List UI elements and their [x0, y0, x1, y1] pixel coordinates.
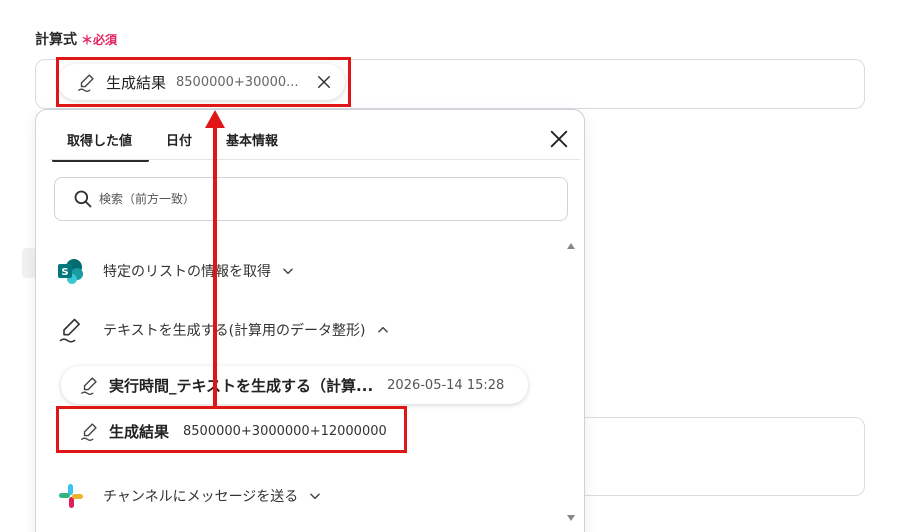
annotation-arrow-head: [205, 110, 225, 128]
tab-basic-info[interactable]: 基本情報: [209, 130, 295, 160]
formula-label-text: 計算式: [35, 32, 77, 48]
chevron-down-icon: [310, 493, 321, 500]
formula-field-label: 計算式 ＊必須: [35, 29, 117, 49]
scroll-down-arrow[interactable]: [567, 515, 575, 521]
search-input[interactable]: [99, 192, 499, 206]
pen-icon: [81, 377, 97, 395]
tab-date[interactable]: 日付: [149, 130, 209, 160]
scroll-up-arrow[interactable]: [567, 243, 575, 249]
required-mark: ＊: [81, 33, 94, 47]
selected-value-chip[interactable]: 生成結果 8500000+30000...: [58, 64, 345, 100]
sharepoint-icon: S: [58, 259, 83, 284]
slack-icon: [59, 484, 83, 508]
selected-chip-value: 8500000+30000...: [176, 74, 299, 90]
dropdown-tabs: 取得した値 日付 基本情報: [50, 130, 295, 162]
background-panel-edge: [22, 248, 36, 278]
group-label: 特定のリストの情報を取得: [103, 264, 271, 280]
search-icon: [74, 190, 92, 208]
chevron-up-icon: [377, 326, 388, 333]
value-item-execution-time[interactable]: 実行時間_テキストを生成する（計算... 2026-05-14 15:28: [61, 366, 528, 404]
group-label: テキストを生成する(計算用のデータ整形): [103, 323, 366, 339]
lower-input-field[interactable]: [560, 417, 865, 496]
required-text: 必須: [93, 33, 118, 47]
close-icon[interactable]: [548, 128, 570, 150]
annotation-arrow-line: [213, 118, 217, 408]
group-slack-message[interactable]: チャンネルにメッセージを送る: [57, 482, 322, 510]
pen-icon: [81, 423, 97, 441]
search-box[interactable]: [54, 177, 568, 221]
value-item-generated-result[interactable]: 生成結果 8500000+3000000+12000000: [61, 412, 401, 450]
item-title: 生成結果: [109, 422, 170, 441]
pen-icon: [78, 74, 94, 92]
chevron-down-icon: [283, 268, 293, 275]
group-sharepoint-list[interactable]: S 特定のリストの情報を取得: [57, 257, 295, 285]
item-title: 実行時間_テキストを生成する（計算...: [109, 376, 374, 395]
pen-icon: [59, 318, 80, 343]
required-badge: ＊必須: [81, 33, 117, 47]
tabs-divider: [50, 159, 580, 160]
value-picker-dropdown: 取得した値 日付 基本情報 S 特定のリストの情報を取得 テキストを生成する(計…: [35, 109, 585, 532]
remove-chip-icon[interactable]: [315, 73, 333, 91]
item-value: 2026-05-14 15:28: [387, 377, 505, 393]
group-generate-text[interactable]: テキストを生成する(計算用のデータ整形): [57, 316, 390, 344]
tab-acquired-values[interactable]: 取得した値: [50, 130, 150, 162]
group-label: チャンネルにメッセージを送る: [103, 489, 299, 505]
item-value: 8500000+3000000+12000000: [183, 423, 387, 439]
selected-chip-title: 生成結果: [106, 73, 167, 92]
svg-text:S: S: [61, 267, 68, 278]
